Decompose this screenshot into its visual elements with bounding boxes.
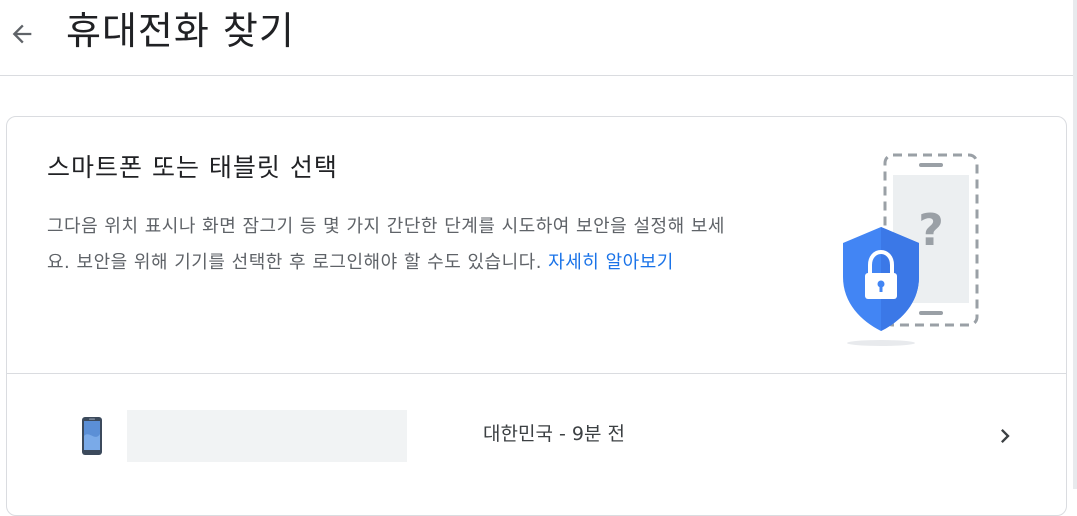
- app-header: 휴대전화 찾기: [0, 0, 1077, 76]
- device-name-redacted: [127, 410, 407, 462]
- learn-more-link[interactable]: 자세히 알아보기: [548, 252, 674, 273]
- security-illustration: ?: [843, 153, 979, 346]
- card-title: 스마트폰 또는 태블릿 선택: [47, 153, 338, 182]
- chevron-right-icon[interactable]: [991, 420, 1019, 452]
- device-row[interactable]: 대한민국 - 9분 전: [7, 374, 1066, 494]
- arrow-left-icon: [12, 24, 32, 44]
- smartphone-icon: [82, 417, 102, 455]
- device-status: 대한민국 - 9분 전: [483, 423, 625, 445]
- shield-lock-icon: [843, 227, 919, 331]
- page-title: 휴대전화 찾기: [66, 9, 295, 53]
- card-description: 그다음 위치 표시나 화면 잠그기 등 몇 가지 간단한 단계를 시도하여 보안…: [47, 209, 747, 281]
- svg-text:?: ?: [918, 205, 944, 256]
- back-button[interactable]: [4, 14, 40, 54]
- device-select-card: 스마트폰 또는 태블릿 선택 그다음 위치 표시나 화면 잠그기 등 몇 가지 …: [6, 116, 1067, 516]
- scrollbar-track[interactable]: [1073, 0, 1077, 489]
